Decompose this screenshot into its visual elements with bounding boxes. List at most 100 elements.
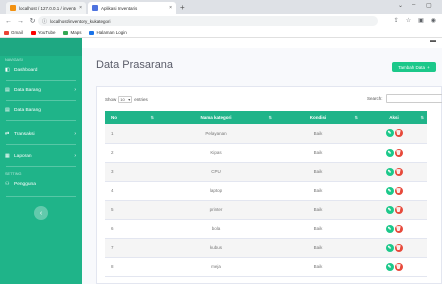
data-table: No ⇅ Nama kategori ⇅ Kondisi ⇅ Aksi ⇅ 1 Pelay… xyxy=(105,111,427,277)
edit-icon[interactable]: ✎ xyxy=(385,186,394,195)
cell-aksi: ✎ 🗑 xyxy=(361,124,427,144)
browser-tab-2[interactable]: Aplikasi Inventaris × xyxy=(88,2,176,14)
maps-icon xyxy=(63,30,69,35)
table-row: 2 Kipas Baik ✎ 🗑 xyxy=(105,143,427,163)
sidebar-item-pengguna[interactable]: ⚇ Pengguna xyxy=(0,178,82,190)
cell-no: 2 xyxy=(105,143,157,163)
back-icon[interactable]: ← xyxy=(5,18,12,25)
divider xyxy=(6,80,76,81)
edit-icon[interactable]: ✎ xyxy=(385,262,394,271)
sidebar-toggle-button[interactable]: ‹ xyxy=(34,206,48,220)
bookmark-label: Halaman Login xyxy=(96,30,127,35)
cell-kondisi: Baik xyxy=(275,219,361,239)
sort-icon: ⇅ xyxy=(354,115,358,120)
cell-aksi: ✎ 🗑 xyxy=(361,219,427,239)
browser-tab-1[interactable]: localhost / 127.0.0.1 / inventory × xyxy=(6,2,86,14)
chevron-left-icon: ‹ xyxy=(39,209,43,217)
gmail-icon xyxy=(4,30,9,35)
cell-kondisi: Baik xyxy=(275,143,361,163)
sidebar-item-transaksi[interactable]: ⇄ Transaksi › xyxy=(0,128,82,140)
column-header-kondisi[interactable]: Kondisi ⇅ xyxy=(275,111,361,124)
delete-icon[interactable]: 🗑 xyxy=(394,262,403,271)
reload-icon[interactable]: ↻ xyxy=(29,17,36,25)
chevron-down-icon: ▾ xyxy=(128,97,131,102)
cell-aksi: ✎ 🗑 xyxy=(361,181,427,201)
cell-no: 5 xyxy=(105,200,157,220)
cell-nama: laptop xyxy=(157,181,275,201)
bookmark-label: YouTube xyxy=(37,30,56,35)
delete-icon[interactable]: 🗑 xyxy=(394,129,403,138)
info-icon[interactable]: ⓘ xyxy=(42,18,47,25)
cell-kondisi: Baik xyxy=(275,181,361,201)
browser-toolbar: ← → ↻ ⓘ localhost/inventory_kukategori ⇪… xyxy=(0,14,442,28)
sidebar-item-label: Data Barang xyxy=(14,87,41,93)
extension-icon[interactable]: ▣ xyxy=(418,17,424,24)
sidebar-item-data-barang-2[interactable]: ▤ Data Barang xyxy=(0,104,82,116)
column-header-nama[interactable]: Nama kategori ⇅ xyxy=(157,111,275,124)
maximize-icon[interactable]: ▢ xyxy=(426,2,432,9)
delete-icon[interactable]: 🗑 xyxy=(394,205,403,214)
table-row: 3 CPU Baik ✎ 🗑 xyxy=(105,162,427,182)
cell-aksi: ✎ 🗑 xyxy=(361,143,427,163)
sidebar-item-dashboard[interactable]: ◧ Dashboard xyxy=(0,64,82,76)
edit-icon[interactable]: ✎ xyxy=(385,243,394,252)
sidebar-brand[interactable] xyxy=(0,38,82,56)
cell-aksi: ✎ 🗑 xyxy=(361,200,427,220)
table-row: 5 printer Baik ✎ 🗑 xyxy=(105,200,427,220)
sidebar-item-data-barang[interactable]: ▤ Data Barang › xyxy=(0,84,82,96)
delete-icon[interactable]: 🗑 xyxy=(394,167,403,176)
divider xyxy=(6,144,76,145)
minimize-icon[interactable]: – xyxy=(412,2,415,8)
page-title: Data Prasarana xyxy=(96,59,174,71)
address-bar[interactable]: ⓘ localhost/inventory_kukategori xyxy=(38,16,378,26)
url-text: localhost/inventory_kukategori xyxy=(50,18,111,24)
delete-icon[interactable]: 🗑 xyxy=(394,224,403,233)
profile-icon[interactable]: ◉ xyxy=(431,17,436,24)
user-dropdown-icon[interactable]: ▬ xyxy=(430,38,436,44)
sidebar-item-label: Data Barang xyxy=(14,107,41,113)
phpmyadmin-favicon-icon xyxy=(10,5,16,11)
search-input[interactable] xyxy=(385,94,442,103)
delete-icon[interactable]: 🗑 xyxy=(394,148,403,157)
cell-no: 3 xyxy=(105,162,157,182)
delete-icon[interactable]: 🗑 xyxy=(394,243,403,252)
chevron-down-icon[interactable]: ⌄ xyxy=(398,2,403,9)
new-tab-icon[interactable]: + xyxy=(180,3,185,12)
edit-icon[interactable]: ✎ xyxy=(385,148,394,157)
divider xyxy=(6,100,76,101)
delete-icon[interactable]: 🗑 xyxy=(394,186,403,195)
cell-no: 4 xyxy=(105,181,157,201)
chevron-right-icon: › xyxy=(74,153,76,159)
bookmark-login[interactable]: Halaman Login xyxy=(89,30,127,35)
add-data-button[interactable]: Tambah Data + xyxy=(392,62,436,72)
bookmark-maps[interactable]: Maps xyxy=(63,30,81,35)
close-icon[interactable]: × xyxy=(79,5,82,11)
bookmark-gmail[interactable]: Gmail xyxy=(4,30,23,35)
sidebar-item-label: Laporan xyxy=(14,153,32,159)
plus-icon: + xyxy=(427,64,430,70)
column-header-no[interactable]: No ⇅ xyxy=(105,111,157,124)
sidebar: Navigasi ◧ Dashboard ▤ Data Barang › ▤ D… xyxy=(0,38,82,284)
edit-icon[interactable]: ✎ xyxy=(385,205,394,214)
star-icon[interactable]: ☆ xyxy=(406,17,411,24)
column-header-aksi[interactable]: Aksi ⇅ xyxy=(361,111,427,124)
show-label: Show xyxy=(105,97,117,102)
column-header-label: Kondisi xyxy=(309,115,327,120)
divider xyxy=(6,120,76,121)
edit-icon[interactable]: ✎ xyxy=(385,167,394,176)
cell-nama: Pelayanan xyxy=(157,124,275,144)
share-icon[interactable]: ⇪ xyxy=(394,17,399,24)
edit-icon[interactable]: ✎ xyxy=(385,129,394,138)
sidebar-item-laporan[interactable]: ▦ Laporan › xyxy=(0,150,82,162)
add-button-label: Tambah Data xyxy=(398,64,426,70)
bookmark-youtube[interactable]: YouTube xyxy=(30,30,56,35)
entries-select[interactable]: 10 ▾ xyxy=(118,96,133,103)
table-row: 8 meja Baik ✎ 🗑 xyxy=(105,257,427,277)
cell-no: 6 xyxy=(105,219,157,239)
close-icon[interactable]: × xyxy=(169,5,172,11)
cell-aksi: ✎ 🗑 xyxy=(361,257,427,277)
sort-icon: ⇅ xyxy=(268,115,272,120)
dashboard-icon: ◧ xyxy=(5,67,10,73)
forward-icon[interactable]: → xyxy=(17,18,24,25)
edit-icon[interactable]: ✎ xyxy=(385,224,394,233)
